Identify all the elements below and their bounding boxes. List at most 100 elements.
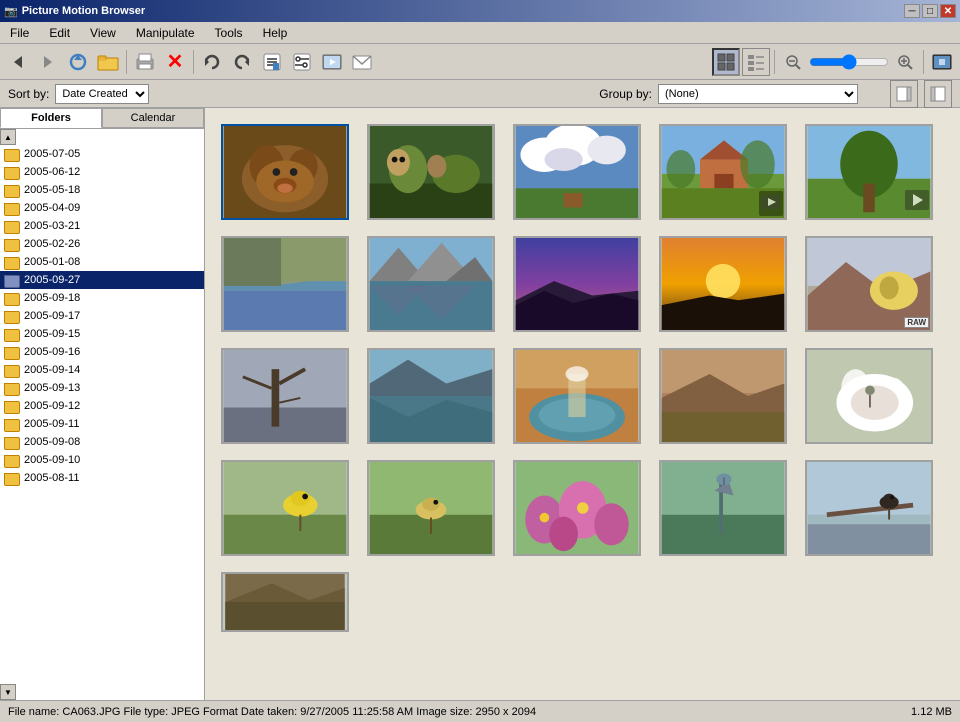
folder-item-2005-08-11[interactable]: 2005-08-11 — [0, 469, 204, 487]
photo-thumb-13[interactable] — [513, 348, 641, 444]
folder-item-2005-09-11[interactable]: 2005-09-11 — [0, 415, 204, 433]
minimize-button[interactable]: ─ — [904, 4, 920, 18]
folder-label: 2005-02-26 — [24, 238, 80, 250]
edit-button[interactable] — [258, 48, 286, 76]
menu-tools[interactable]: Tools — [209, 24, 249, 42]
zoom-in-button[interactable] — [891, 48, 919, 76]
folder-item-2005-07-05[interactable]: 2005-07-05 — [0, 145, 204, 163]
photo-thumb-2[interactable] — [367, 124, 495, 220]
photo-thumb-11[interactable] — [221, 348, 349, 444]
photo-thumb-14[interactable] — [659, 348, 787, 444]
folder-icon — [4, 381, 20, 395]
photo-thumb-19[interactable] — [659, 460, 787, 556]
folder-label: 2005-09-27 — [24, 274, 80, 286]
panel-toggle-2[interactable] — [924, 80, 952, 108]
photo-thumb-15[interactable] — [805, 348, 933, 444]
photo-thumb-8[interactable] — [513, 236, 641, 332]
menu-help[interactable]: Help — [257, 24, 294, 42]
status-file-info: File name: CA063.JPG File type: JPEG For… — [8, 706, 536, 718]
photo-thumb-17[interactable] — [367, 460, 495, 556]
photo-thumb-21[interactable] — [221, 572, 349, 632]
slideshow-button[interactable] — [318, 48, 346, 76]
photo-thumb-10[interactable]: RAW — [805, 236, 933, 332]
folder-item-2005-04-09[interactable]: 2005-04-09 — [0, 199, 204, 217]
photo-thumb-16[interactable] — [221, 460, 349, 556]
menu-manipulate[interactable]: Manipulate — [130, 24, 201, 42]
menu-view[interactable]: View — [84, 24, 122, 42]
folder-item-2005-09-17[interactable]: 2005-09-17 — [0, 307, 204, 325]
adjust-button[interactable] — [288, 48, 316, 76]
folder-item-2005-09-10[interactable]: 2005-09-10 — [0, 451, 204, 469]
folder-icon — [4, 255, 20, 269]
app-icon: 📷 — [4, 5, 18, 18]
maximize-button[interactable]: □ — [922, 4, 938, 18]
folder-item-2005-01-08[interactable]: 2005-01-08 — [0, 253, 204, 271]
folder-item-2005-09-27[interactable]: 2005-09-27 — [0, 271, 204, 289]
folder-item-2005-09-16[interactable]: 2005-09-16 — [0, 343, 204, 361]
list-view-button[interactable] — [742, 48, 770, 76]
sort-select[interactable]: Date Created File Name File Size Date Mo… — [55, 84, 149, 104]
fullscreen-button[interactable] — [928, 48, 956, 76]
group-select[interactable]: (None) Date Folder Rating — [658, 84, 858, 104]
folder-item-2005-03-21[interactable]: 2005-03-21 — [0, 217, 204, 235]
folder-label: 2005-05-18 — [24, 184, 80, 196]
sidebar-scroll-up[interactable]: ▲ — [0, 129, 16, 145]
delete-button[interactable]: ✕ — [161, 48, 189, 76]
zoom-slider[interactable] — [809, 54, 889, 70]
forward-button[interactable] — [34, 48, 62, 76]
folder-item-2005-06-12[interactable]: 2005-06-12 — [0, 163, 204, 181]
content-area[interactable]: RAW — [205, 108, 960, 700]
folder-item-2005-09-18[interactable]: 2005-09-18 — [0, 289, 204, 307]
photo-thumb-6[interactable] — [221, 236, 349, 332]
menu-bar: File Edit View Manipulate Tools Help — [0, 22, 960, 44]
photo-thumb-18[interactable] — [513, 460, 641, 556]
folder-icon — [4, 183, 20, 197]
folder-label: 2005-09-18 — [24, 292, 80, 304]
status-bar: File name: CA063.JPG File type: JPEG For… — [0, 700, 960, 722]
toolbar-separator-3 — [774, 50, 775, 74]
photo-thumb-7[interactable] — [367, 236, 495, 332]
folder-icon — [4, 417, 20, 431]
tab-calendar[interactable]: Calendar — [102, 108, 204, 128]
photo-thumb-4[interactable] — [659, 124, 787, 220]
zoom-out-button[interactable] — [779, 48, 807, 76]
back-button[interactable] — [4, 48, 32, 76]
folder-item-2005-09-15[interactable]: 2005-09-15 — [0, 325, 204, 343]
menu-file[interactable]: File — [4, 24, 35, 42]
photo-thumb-20[interactable] — [805, 460, 933, 556]
filter-bar: Sort by: Date Created File Name File Siz… — [0, 80, 960, 108]
folder-item-2005-09-12[interactable]: 2005-09-12 — [0, 397, 204, 415]
folder-icon — [4, 147, 20, 161]
grid-view-button[interactable] — [712, 48, 740, 76]
panel-toggle-1[interactable] — [890, 80, 918, 108]
video-badge-4 — [759, 191, 783, 216]
folder-label: 2005-09-17 — [24, 310, 80, 322]
sidebar: Folders Calendar ▲ 2005-07-05 2005-06-12… — [0, 108, 205, 700]
folder-label: 2005-09-12 — [24, 400, 80, 412]
photo-thumb-1[interactable] — [221, 124, 349, 220]
menu-edit[interactable]: Edit — [43, 24, 76, 42]
photo-thumb-3[interactable] — [513, 124, 641, 220]
photo-thumb-5[interactable] — [805, 124, 933, 220]
folder-icon — [4, 201, 20, 215]
toolbar-separator-4 — [923, 50, 924, 74]
folder-item-2005-05-18[interactable]: 2005-05-18 — [0, 181, 204, 199]
folder-item-2005-09-08[interactable]: 2005-09-08 — [0, 433, 204, 451]
rotate-right-button[interactable] — [228, 48, 256, 76]
folder-item-2005-09-14[interactable]: 2005-09-14 — [0, 361, 204, 379]
folder-label: 2005-07-05 — [24, 148, 80, 160]
close-button[interactable]: ✕ — [940, 4, 956, 18]
folder-item-2005-09-13[interactable]: 2005-09-13 — [0, 379, 204, 397]
email-button[interactable] — [348, 48, 376, 76]
rotate-left-button[interactable] — [198, 48, 226, 76]
folder-icon — [4, 237, 20, 251]
photo-thumb-9[interactable] — [659, 236, 787, 332]
print-button[interactable] — [131, 48, 159, 76]
tab-folders[interactable]: Folders — [0, 108, 102, 128]
folder-button[interactable] — [94, 48, 122, 76]
folder-item-2005-02-26[interactable]: 2005-02-26 — [0, 235, 204, 253]
folder-label: 2005-09-13 — [24, 382, 80, 394]
photo-thumb-12[interactable] — [367, 348, 495, 444]
sidebar-scroll-down[interactable]: ▼ — [0, 684, 16, 700]
refresh-button[interactable] — [64, 48, 92, 76]
